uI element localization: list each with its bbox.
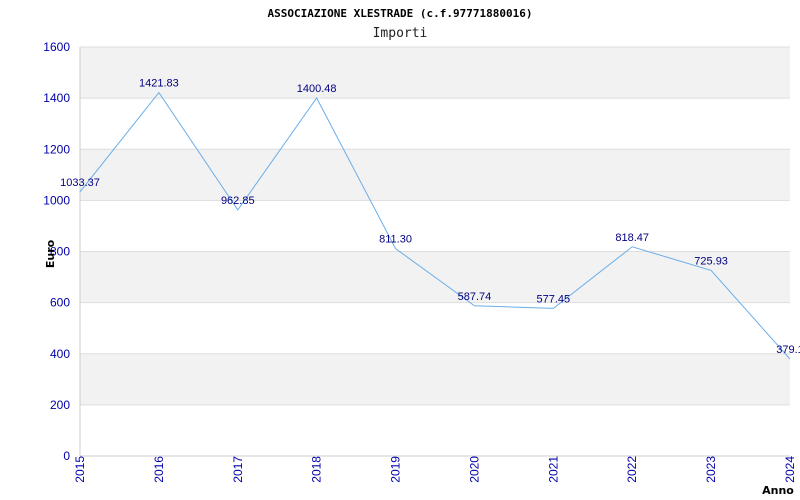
data-label: 1400.48	[297, 83, 337, 95]
y-tick-label: 600	[50, 296, 70, 310]
background-bands	[80, 47, 790, 405]
y-axis-title: Euro	[44, 239, 57, 268]
x-tick-label: 2021	[546, 456, 560, 483]
chart-title: ASSOCIAZIONE XLESTRADE (c.f.97771880016)	[268, 7, 533, 20]
data-labels: 1033.37 1421.83 962.85 1400.48 811.30 587.74 5…	[60, 78, 800, 357]
data-label: 1033.37	[60, 177, 100, 189]
x-axis-ticks: 2015 2016 2017 2018 2019 2020 2021 2022 2023 2024	[73, 456, 797, 483]
y-tick-label: 1600	[43, 40, 70, 54]
x-tick-label: 2022	[625, 456, 639, 483]
y-tick-label: 0	[63, 449, 70, 463]
x-tick-label: 2024	[783, 456, 797, 483]
grid-band	[80, 353, 790, 405]
data-label: 1421.83	[139, 78, 179, 90]
grid-band	[80, 47, 790, 99]
data-label: 379.1	[776, 344, 800, 356]
x-tick-label: 2018	[310, 456, 324, 483]
y-tick-label: 400	[50, 347, 70, 361]
x-tick-label: 2017	[231, 456, 245, 483]
data-label: 811.30	[379, 234, 412, 246]
line-chart: 1033.37 1421.83 962.85 1400.48 811.30 587.74 5…	[43, 7, 800, 497]
data-label: 962.85	[221, 195, 255, 207]
y-tick-label: 1000	[43, 193, 70, 207]
x-tick-label: 2023	[704, 456, 718, 483]
data-label: 577.45	[537, 293, 571, 305]
series-line	[79, 91, 791, 360]
data-label: 587.74	[458, 291, 492, 303]
y-tick-label: 1400	[43, 91, 70, 105]
x-tick-label: 2015	[73, 456, 87, 483]
data-label: 725.93	[694, 255, 728, 267]
data-label: 818.47	[615, 232, 649, 244]
x-tick-label: 2019	[389, 456, 403, 483]
x-axis-title: Anno	[762, 484, 794, 497]
chart-subtitle: Importi	[373, 26, 428, 41]
y-tick-label: 200	[50, 398, 70, 412]
x-tick-label: 2016	[152, 456, 166, 483]
y-tick-label: 1200	[43, 142, 70, 156]
x-tick-label: 2020	[467, 456, 481, 483]
grid-band	[80, 149, 790, 201]
